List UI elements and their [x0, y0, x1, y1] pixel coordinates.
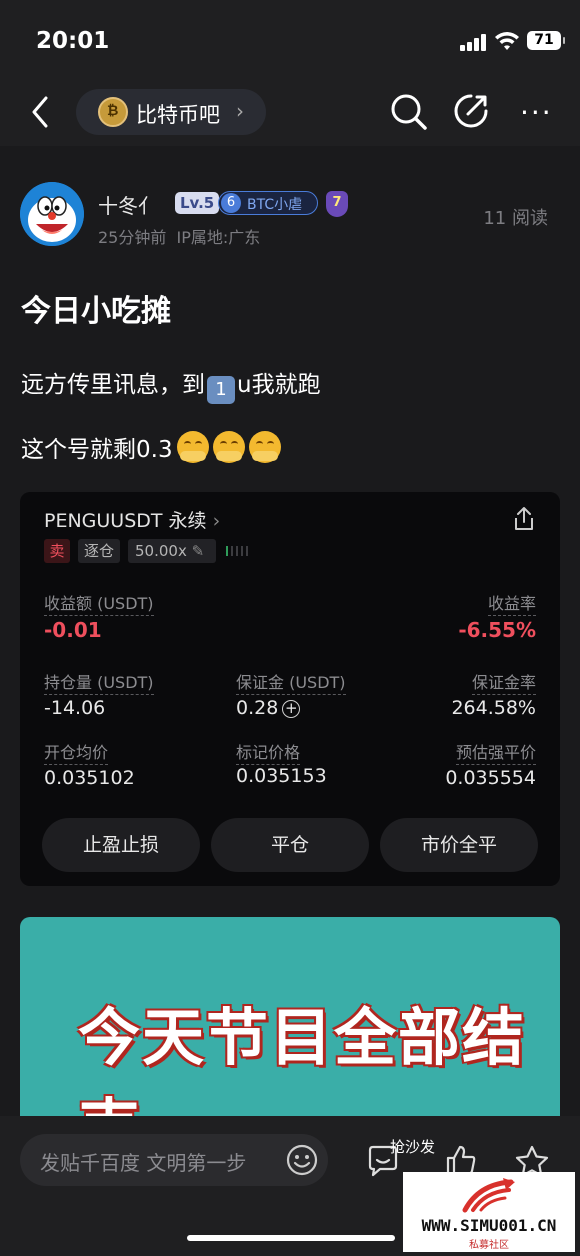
- mark-price-label: 标记价格: [236, 739, 301, 765]
- author-name[interactable]: 十冬亻: [98, 190, 158, 219]
- entry-price-value: 0.035102: [44, 767, 135, 789]
- back-arrow-icon[interactable]: [26, 94, 56, 130]
- market-close-all-button[interactable]: 市价全平: [380, 818, 538, 872]
- post-ip: IP属地:广东: [176, 228, 261, 247]
- post-body-line-1: 远方传里讯息，到 1 u我就跑: [21, 365, 321, 404]
- roe-value: -6.55%: [458, 618, 536, 642]
- position-size-label: 持仓量 (USDT): [44, 669, 154, 695]
- status-time: 20:01: [36, 28, 110, 54]
- share-icon[interactable]: [512, 506, 536, 532]
- first-comment-label[interactable]: 抢沙发: [390, 1136, 435, 1157]
- author-avatar[interactable]: [20, 182, 84, 246]
- chevron-right-icon: ›: [236, 99, 244, 123]
- liq-price-value: 0.035554: [445, 767, 536, 789]
- signal-icon: [460, 33, 488, 51]
- post-text: 远方传里讯息，到: [21, 372, 205, 398]
- post-page: 20:01 71 ₿ 比特币吧 › ··· 十冬亻 Lv.5 6 BTC小虐 7…: [0, 0, 580, 1256]
- side-tag: 卖: [44, 539, 70, 563]
- battery-indicator: 71: [527, 31, 565, 50]
- margin-ratio-label: 保证金率: [471, 669, 536, 695]
- read-count: 11 阅读: [483, 208, 548, 229]
- top-nav: ₿ 比特币吧 › ···: [0, 80, 580, 146]
- watermark-text: WWW.SIMU001.CN: [421, 1216, 557, 1235]
- watermark-subtext: 私募社区: [469, 1240, 509, 1251]
- watermark-logo-icon: [462, 1178, 515, 1213]
- comment-placeholder: 发贴千百度 文明第一步: [40, 1151, 247, 1175]
- add-margin-icon[interactable]: +: [282, 700, 301, 718]
- bitcoin-logo-icon: ₿: [98, 97, 128, 127]
- forum-name: 比特币吧: [136, 103, 220, 127]
- forum-rank-badge: 6 BTC小虐: [218, 191, 318, 215]
- leverage-tag[interactable]: 50.00x ✎: [128, 539, 216, 563]
- tp-sl-button[interactable]: 止盈止损: [42, 818, 200, 872]
- hugging-face-icon: [212, 431, 245, 463]
- liq-price-label: 预估强平价: [455, 739, 536, 765]
- hugging-face-icon: [176, 431, 209, 463]
- entry-price-label: 开仓均价: [44, 739, 109, 765]
- status-bar: 20:01 71: [0, 0, 580, 80]
- position-card: PENGUUSDT 永续 › 卖 逐仓 50.00x ✎ 收益额 (USDT) …: [20, 492, 560, 886]
- edit-icon[interactable]: [452, 92, 490, 130]
- post-text: u我就跑: [237, 372, 321, 398]
- edit-pencil-icon: ✎: [191, 542, 205, 560]
- position-size-value: -14.06: [44, 697, 106, 719]
- risk-level-icon: [226, 546, 252, 556]
- post-title: 今日小吃摊: [21, 294, 171, 329]
- rank-title: BTC小虐: [247, 197, 303, 213]
- post-meta: 25分钟前 IP属地:广东: [98, 224, 260, 248]
- image-caption: 今天节目全部结束: [78, 1001, 527, 1127]
- hugging-face-icon: [248, 431, 281, 463]
- keycap-one-icon: 1: [207, 376, 235, 404]
- post-time: 25分钟前: [98, 228, 167, 247]
- watermark: WWW.SIMU001.CN 私募社区: [403, 1172, 575, 1252]
- contract-pair[interactable]: PENGUUSDT 永续 ›: [44, 506, 220, 533]
- home-indicator: [187, 1235, 395, 1241]
- rank-number: 6: [221, 193, 241, 213]
- margin-value: 0.28 +: [236, 697, 301, 719]
- shield-badge-icon: 7: [326, 191, 348, 217]
- pnl-label: 收益额 (USDT): [44, 590, 154, 616]
- wifi-icon: [495, 32, 519, 50]
- post-body-line-2: 这个号就剩0.3: [21, 430, 281, 464]
- close-position-button[interactable]: 平仓: [211, 818, 369, 872]
- more-options-icon[interactable]: ···: [520, 96, 553, 129]
- forum-link[interactable]: ₿ 比特币吧 ›: [76, 89, 266, 135]
- comment-input[interactable]: 发贴千百度 文明第一步: [20, 1134, 328, 1186]
- post-text: 这个号就剩0.3: [21, 437, 173, 463]
- level-badge: Lv.5: [175, 192, 220, 214]
- post-image[interactable]: 今天节目全部结束: [20, 917, 560, 1127]
- mark-price-value: 0.035153: [236, 765, 327, 787]
- search-icon[interactable]: [390, 93, 428, 131]
- margin-label: 保证金 (USDT): [236, 669, 346, 695]
- emoji-icon[interactable]: [286, 1144, 318, 1176]
- margin-mode-tag: 逐仓: [78, 539, 120, 563]
- pnl-value: -0.01: [44, 618, 102, 642]
- roe-label: 收益率: [487, 590, 536, 616]
- margin-ratio-value: 264.58%: [451, 697, 536, 719]
